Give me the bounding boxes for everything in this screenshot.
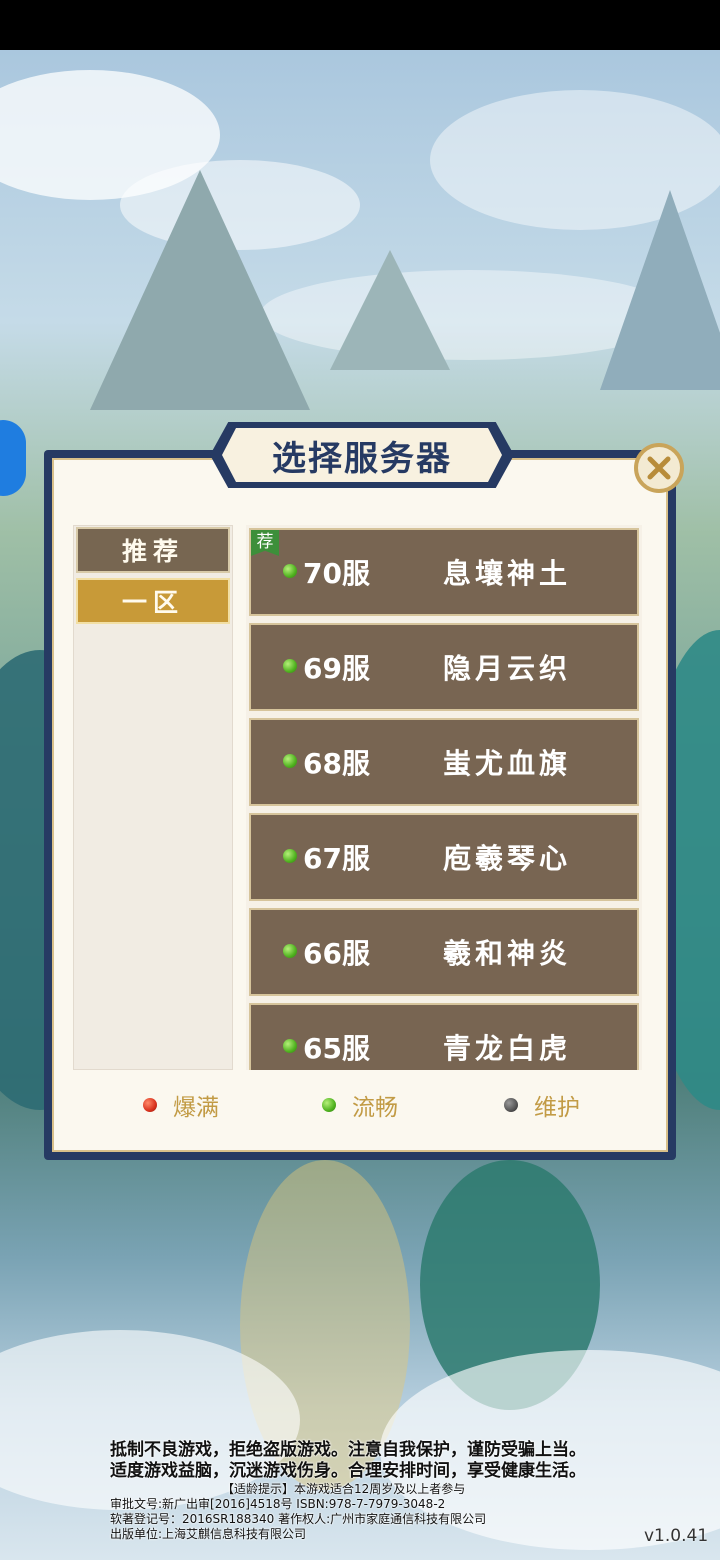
server-row[interactable]: 67服 庖羲琴心	[249, 813, 639, 901]
recommend-badge: 荐	[251, 530, 279, 556]
status-dot-icon	[283, 849, 297, 863]
close-x-icon	[647, 456, 671, 480]
server-name: 羲和神炎	[443, 937, 572, 970]
copyright-info: 软著登记号：2016SR188340 著作权人:广州市家庭通信科技有限公司	[110, 1512, 487, 1526]
server-number: 66服	[303, 937, 370, 970]
version-label: v1.0.41	[644, 1526, 709, 1546]
server-number: 68服	[303, 747, 370, 780]
status-dot-icon	[283, 944, 297, 958]
server-row[interactable]: 荐 70服 息壤神土	[249, 528, 639, 616]
publisher-info: 出版单位:上海艾麒信息科技有限公司	[110, 1527, 307, 1541]
green-dot-icon	[322, 1098, 336, 1112]
server-name: 青龙白虎	[443, 1032, 572, 1065]
server-row[interactable]: 69服 隐月云织	[249, 623, 639, 711]
notice-line: 抵制不良游戏，拒绝盗版游戏。注意自我保护，谨防受骗上当。	[110, 1440, 586, 1460]
status-dot-icon	[283, 659, 297, 673]
server-number: 65服	[303, 1032, 370, 1065]
server-row[interactable]: 66服 羲和神炎	[249, 908, 639, 996]
approval-number: 审批文号:新广出审[2016]4518号 ISBN:978-7-7979-304…	[110, 1497, 446, 1511]
age-notice: 【适龄提示】本游戏适合12周岁及以上者参与	[222, 1482, 466, 1496]
status-dot-icon	[283, 564, 297, 578]
server-name: 息壤神土	[443, 557, 572, 590]
legend-label: 流畅	[352, 1095, 398, 1121]
server-row[interactable]: 65服 青龙白虎	[249, 1003, 639, 1070]
server-number: 67服	[303, 842, 370, 875]
server-row[interactable]: 68服 蚩尤血旗	[249, 718, 639, 806]
legend-label: 爆满	[173, 1095, 219, 1121]
status-dot-icon	[283, 1039, 297, 1053]
tab-recommended[interactable]: 推荐	[76, 527, 230, 573]
server-name: 蚩尤血旗	[443, 747, 572, 780]
status-bar	[0, 0, 720, 50]
server-number: 70服	[303, 557, 370, 590]
side-float-button[interactable]	[0, 420, 26, 496]
health-notice: 抵制不良游戏，拒绝盗版游戏。注意自我保护，谨防受骗上当。 适度游戏益脑，沉迷游戏…	[110, 1440, 586, 1542]
server-name: 隐月云织	[443, 652, 572, 685]
legend-maintenance: 维护	[504, 1088, 580, 1122]
status-dot-icon	[283, 754, 297, 768]
legend-smooth: 流畅	[322, 1088, 398, 1122]
dialog-title: 选择服务器	[272, 438, 452, 479]
title-banner: 选择服务器	[222, 428, 502, 482]
red-dot-icon	[143, 1098, 157, 1112]
server-number: 69服	[303, 652, 370, 685]
legend-full: 爆满	[143, 1088, 219, 1122]
tab-zone-1[interactable]: 一区	[76, 578, 230, 624]
notice-line: 适度游戏益脑，沉迷游戏伤身。合理安排时间，享受健康生活。	[110, 1461, 586, 1481]
legend-label: 维护	[534, 1095, 580, 1121]
close-button[interactable]	[634, 443, 684, 493]
server-name: 庖羲琴心	[443, 842, 572, 875]
gray-dot-icon	[504, 1098, 518, 1112]
